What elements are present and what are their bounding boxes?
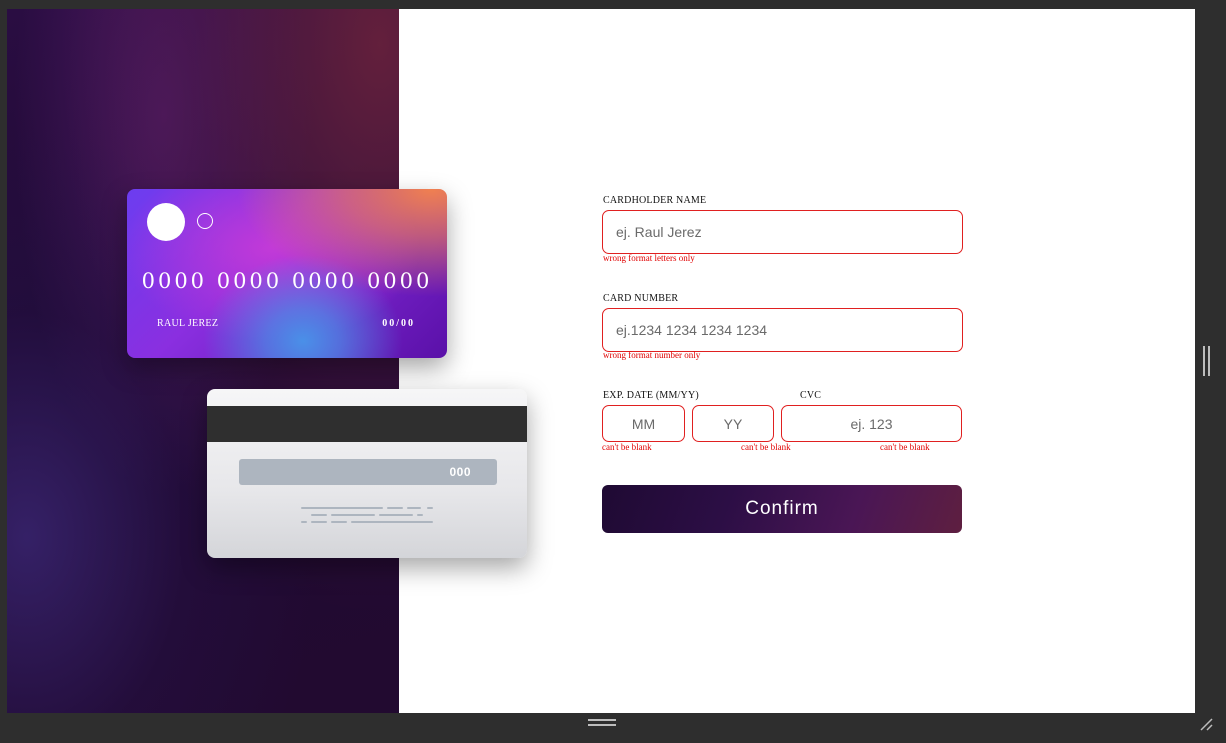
card-number-input[interactable] xyxy=(602,308,963,352)
page-viewport: 0000 0000 0000 0000 RAUL JEREZ 00/00 000… xyxy=(7,9,1195,713)
card-logo-circle-small xyxy=(197,213,213,229)
card-front-number: 0000 0000 0000 0000 xyxy=(141,269,433,293)
vertical-resize-handle[interactable] xyxy=(1203,346,1211,376)
card-logo-circle-large xyxy=(147,203,185,241)
exp-year-error: can't be blank xyxy=(741,442,791,452)
exp-year-input[interactable] xyxy=(692,405,774,442)
confirm-button[interactable]: Confirm xyxy=(602,485,962,533)
exp-month-input[interactable] xyxy=(602,405,685,442)
card-number-label: CARD NUMBER xyxy=(603,293,679,304)
card-front-expiry: 00/00 xyxy=(382,318,415,329)
cvc-input[interactable] xyxy=(781,405,962,442)
exp-month-error: can't be blank xyxy=(602,442,652,452)
cvc-error: can't be blank xyxy=(880,442,930,452)
exp-date-label: EXP. DATE (MM/YY) xyxy=(603,390,699,401)
cardholder-name-input[interactable] xyxy=(602,210,963,254)
card-back-cvc: 000 xyxy=(449,465,471,479)
cardholder-name-error: wrong format letters only xyxy=(603,253,695,263)
card-number-error: wrong format number only xyxy=(603,350,701,360)
magnetic-stripe xyxy=(207,406,527,442)
cardholder-name-label: CARDHOLDER NAME xyxy=(603,195,707,206)
card-front-holder: RAUL JEREZ xyxy=(157,318,219,329)
card-front: 0000 0000 0000 0000 RAUL JEREZ 00/00 xyxy=(127,189,447,358)
signature-strip: 000 xyxy=(239,459,497,485)
left-gradient-panel xyxy=(7,9,399,713)
horizontal-resize-handle[interactable] xyxy=(588,719,618,727)
corner-resize-icon[interactable] xyxy=(1198,716,1214,732)
cvc-label: CVC xyxy=(800,390,822,401)
card-back-fine-print xyxy=(301,507,435,525)
card-back: 000 xyxy=(207,389,527,558)
